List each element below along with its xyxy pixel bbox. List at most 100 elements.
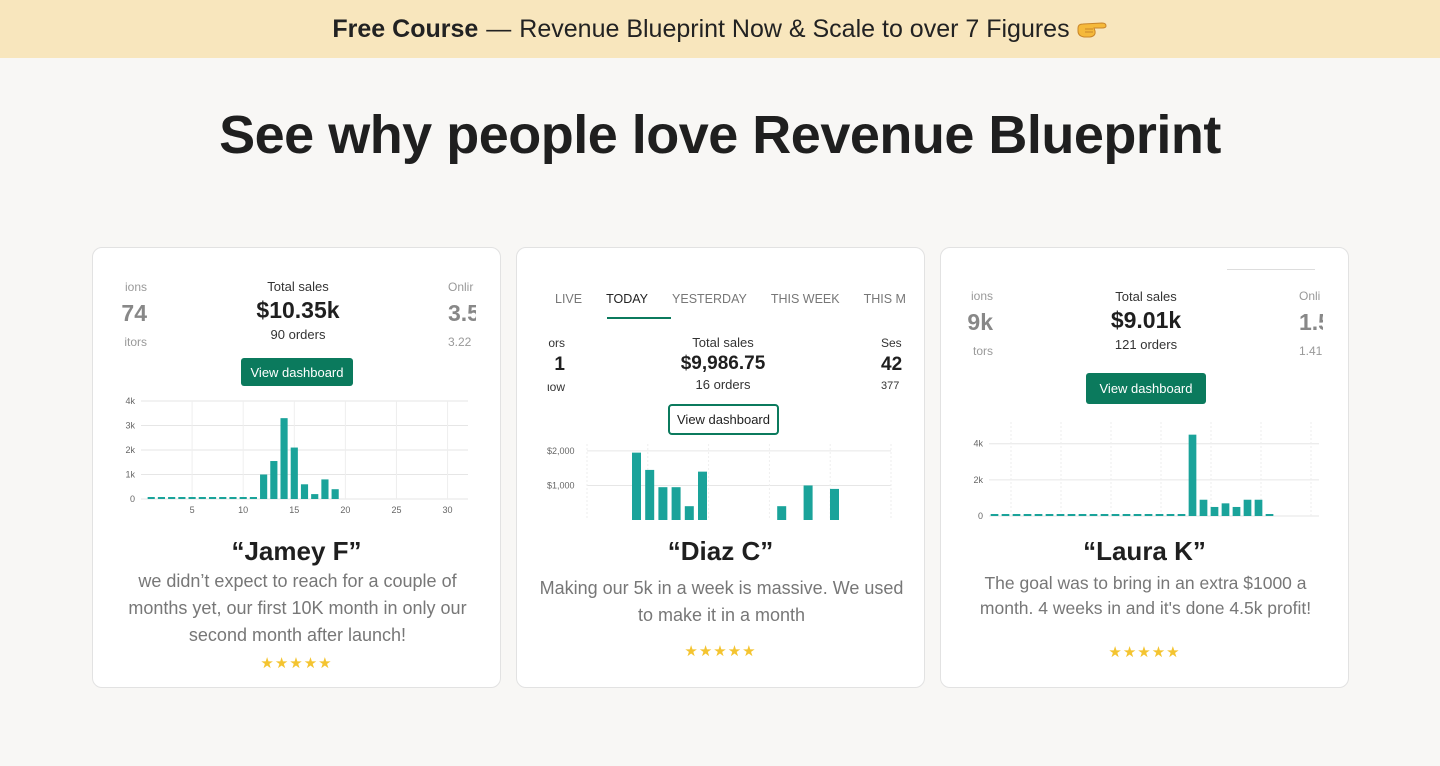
y-tick-label: 3k xyxy=(125,421,135,431)
chart-bar xyxy=(208,497,217,499)
chart-bar xyxy=(147,497,155,499)
chart-bar xyxy=(1177,514,1186,516)
chart-bar xyxy=(671,487,681,520)
chart-bar xyxy=(300,484,309,499)
view-dashboard-button[interactable]: View dashboard xyxy=(1086,373,1206,404)
sales-bar-chart: 0 2k 4k xyxy=(973,422,1319,521)
chart-bar xyxy=(321,479,329,499)
chart-bar xyxy=(1144,514,1153,516)
tab-this-week[interactable]: THIS WEEK xyxy=(771,292,840,306)
chart-bar xyxy=(157,497,166,499)
chart-bar xyxy=(645,469,655,520)
chart-bar xyxy=(1265,514,1274,516)
chart-bar xyxy=(260,474,268,499)
chart-bar xyxy=(1045,514,1054,516)
y-tick-label: 1k xyxy=(125,470,135,480)
sales-bar-chart: 0 1k 2k 3k 4k 5 10 15 20 25 30 xyxy=(125,396,468,515)
left-metric: ions 74 itors xyxy=(121,280,147,349)
chart-bar xyxy=(311,494,319,499)
chart-bar xyxy=(803,485,813,520)
total-sales-metric: Total sales $9,986.75 16 orders xyxy=(680,335,766,392)
y-tick-label: 2k xyxy=(973,475,983,485)
chart-bar xyxy=(1166,514,1175,516)
promo-banner[interactable]: Free Course — Revenue Blueprint Now & Sc… xyxy=(0,0,1440,58)
banner-bold-text: Free Course xyxy=(332,14,479,43)
chart-bar xyxy=(198,497,206,499)
total-sales-metric: Total sales $9.01k 121 orders xyxy=(1110,289,1182,352)
x-tick-label: 20 xyxy=(340,505,350,515)
chart-bar xyxy=(1012,514,1021,516)
chart-bar xyxy=(1089,514,1098,516)
tab-this-month[interactable]: THIS M xyxy=(864,292,906,306)
y-tick-label: $1,000 xyxy=(547,480,575,490)
chart-bar xyxy=(280,418,288,499)
x-tick-label: 5 xyxy=(190,505,195,515)
y-tick-label: 4k xyxy=(125,396,135,406)
x-tick-label: 15 xyxy=(289,505,299,515)
chart-bar xyxy=(830,488,839,520)
y-tick-label: 0 xyxy=(130,494,135,504)
divider xyxy=(1227,269,1315,270)
right-metric: Onli 1.5 1.41 xyxy=(1299,289,1323,358)
chart-bar xyxy=(777,506,787,520)
y-tick-label: 0 xyxy=(978,511,983,521)
testimonial-card-diaz: LIVE TODAY YESTERDAY THIS WEEK THIS M or… xyxy=(516,247,925,688)
chart-bar xyxy=(1034,514,1043,516)
banner-text: Revenue Blueprint Now & Scale to over 7 … xyxy=(519,14,1070,43)
chart-bar xyxy=(1221,503,1230,516)
left-metric: ions 9k tors xyxy=(967,289,993,358)
testimonial-quote: Making our 5k in a week is massive. We u… xyxy=(539,578,904,625)
chart-bar xyxy=(1188,434,1197,516)
chart-bar xyxy=(1056,514,1065,516)
chart-bar xyxy=(990,514,999,516)
y-tick-label: $2,000 xyxy=(547,446,575,456)
testimonial-quote: The goal was to bring in an extra $1000 … xyxy=(979,573,1312,618)
pointing-hand-icon xyxy=(1076,18,1108,40)
customer-name: “Jamey F” xyxy=(231,536,362,566)
chart-bar xyxy=(331,489,339,499)
x-tick-label: 25 xyxy=(391,505,401,515)
rating-stars: ★★★★★ xyxy=(684,643,757,660)
rating-stars: ★★★★★ xyxy=(260,655,333,672)
customer-name: “Diaz C” xyxy=(667,536,774,566)
chart-bar xyxy=(1001,514,1010,516)
sales-bar-chart: $1,000 $2,000 xyxy=(547,444,892,520)
chart-bar xyxy=(684,506,694,520)
y-tick-label: 2k xyxy=(125,445,135,455)
tab-live[interactable]: LIVE xyxy=(555,292,582,306)
chart-bar xyxy=(1067,514,1076,516)
customer-name: “Laura K” xyxy=(1083,536,1206,566)
chart-bar xyxy=(1243,499,1252,516)
tab-yesterday[interactable]: YESTERDAY xyxy=(672,292,747,306)
x-tick-label: 30 xyxy=(443,505,453,515)
chart-bar xyxy=(698,471,707,520)
chart-bar xyxy=(1122,514,1131,516)
chart-bar xyxy=(1023,514,1032,516)
chart-bar xyxy=(290,447,298,499)
chart-bar xyxy=(239,497,247,499)
total-sales-metric: Total sales $10.35k 90 orders xyxy=(256,279,340,342)
testimonial-quote: we didn’t expect to reach for a couple o… xyxy=(128,571,467,645)
chart-bar xyxy=(1078,514,1087,516)
chart-bar xyxy=(249,497,257,499)
chart-bar xyxy=(1232,506,1241,516)
view-dashboard-button[interactable]: View dashboard xyxy=(241,358,353,386)
right-metric: Ses 42 377 xyxy=(881,336,903,392)
chart-bar xyxy=(1100,514,1109,516)
testimonial-card-laura: ions 9k tors Total sales $9.01k 121 orde… xyxy=(940,247,1349,688)
chart-bar xyxy=(1155,514,1164,516)
tab-today[interactable]: TODAY xyxy=(606,292,648,306)
left-metric: ors 1 ιow xyxy=(546,336,565,394)
page-headline: See why people love Revenue Blueprint xyxy=(219,105,1221,165)
chart-bar xyxy=(1254,499,1263,516)
chart-bar xyxy=(168,497,176,499)
chart-bar xyxy=(188,497,196,499)
active-tab-indicator xyxy=(607,317,671,319)
chart-bar xyxy=(229,497,237,499)
chart-bar xyxy=(270,461,278,499)
chart-bar xyxy=(219,497,227,499)
view-dashboard-button[interactable]: View dashboard xyxy=(668,404,779,435)
chart-bar xyxy=(1133,514,1142,516)
chart-bar xyxy=(1111,514,1120,516)
rating-stars: ★★★★★ xyxy=(1108,644,1181,661)
